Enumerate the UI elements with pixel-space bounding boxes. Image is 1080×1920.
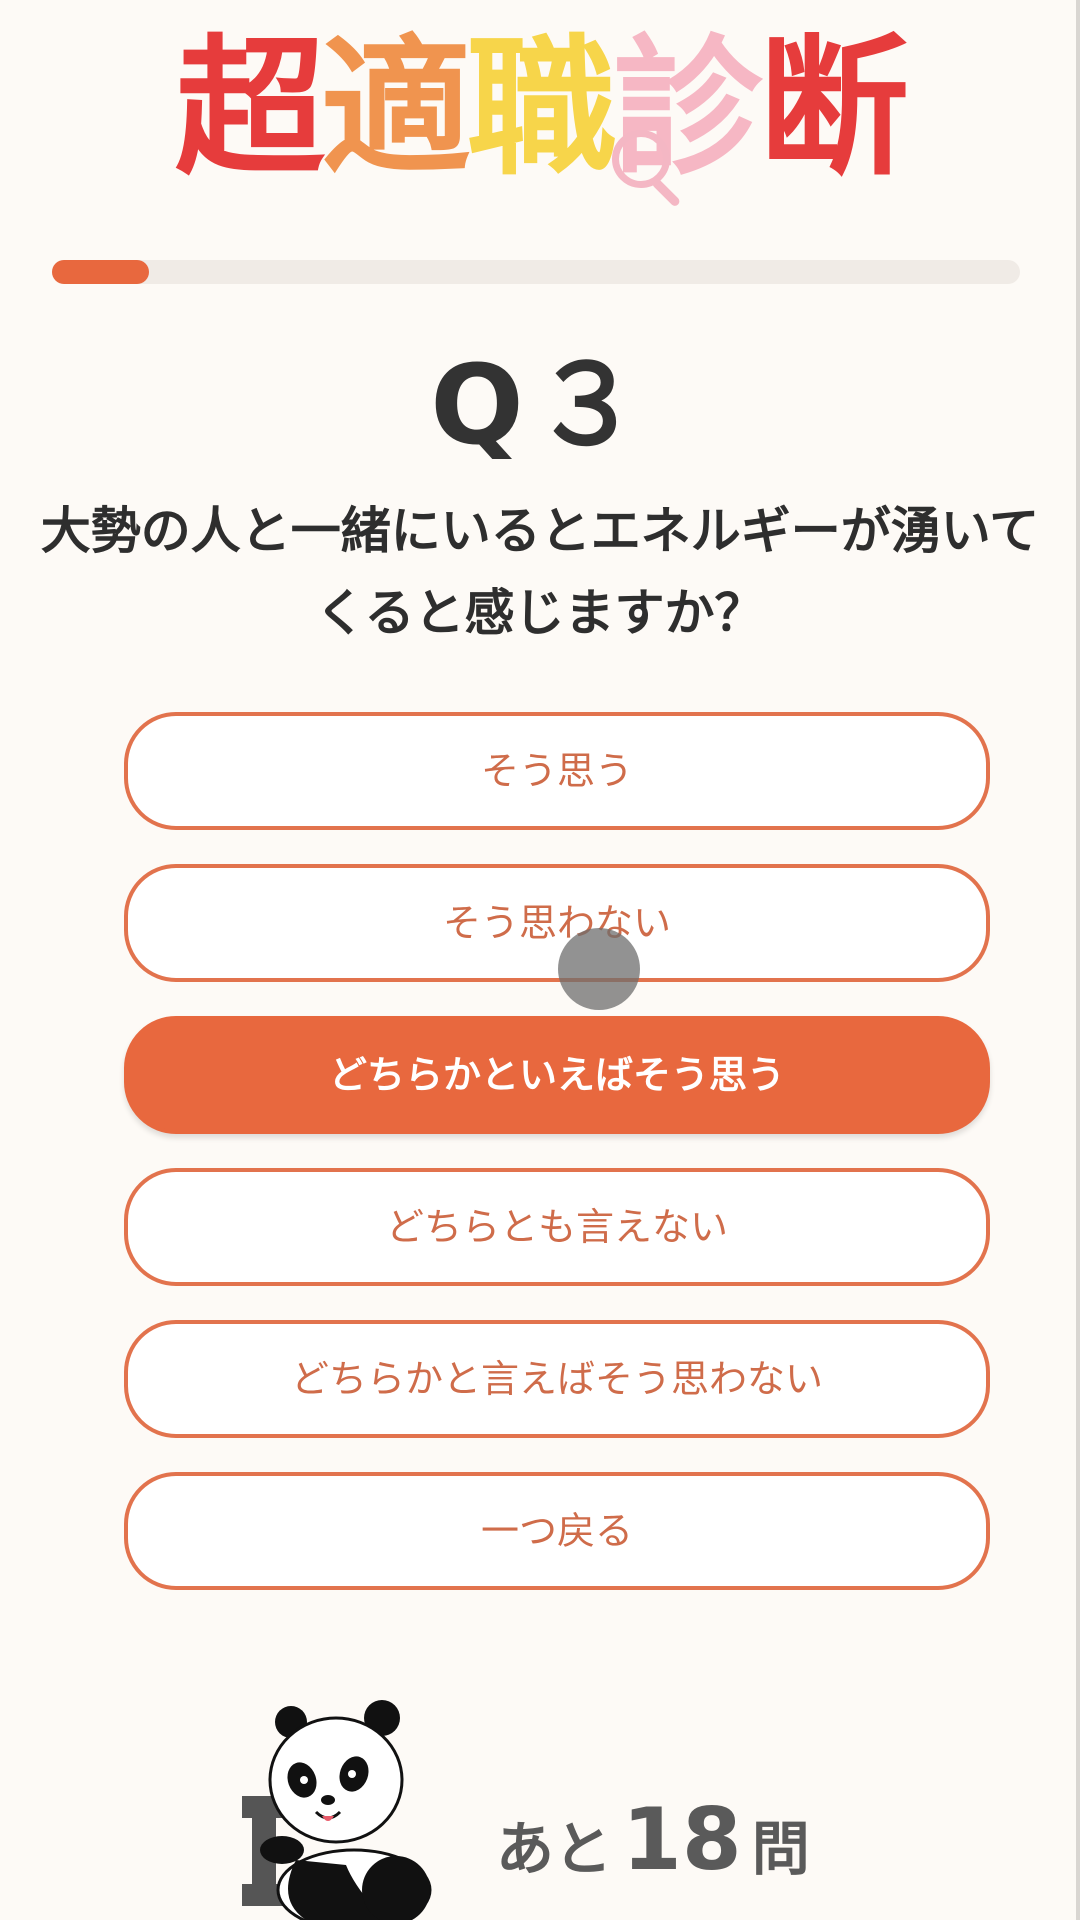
touch-cursor-indicator <box>558 928 640 1010</box>
answer-options: そう思う そう思わない どちらかといえばそう思う どちらとも言えない どちらかと… <box>124 712 990 1624</box>
question-text: 大勢の人と一緒にいるとエネルギーが湧いてくると感じますか？ <box>40 502 1040 642</box>
option-disagree-button[interactable]: そう思わない <box>124 864 990 982</box>
progress-bar <box>52 260 1020 284</box>
question-number: Q３ <box>430 341 650 469</box>
logo-char-5: 断 <box>759 22 909 196</box>
magnifier-icon <box>612 130 670 188</box>
option-strongly-agree-button[interactable]: そう思う <box>124 712 990 830</box>
remaining-questions: あと 18 問 <box>496 1790 810 1890</box>
remaining-prefix: あと <box>496 1815 613 1883</box>
app-logo: 超適職診断 <box>0 24 1080 194</box>
logo-char-2: 適 <box>320 22 471 196</box>
back-button[interactable]: 一つ戻る <box>124 1472 990 1590</box>
quiz-page: 超適職診断 Q３ 大勢の人と一緒にいるとエネルギーが湧いてくると感じますか？ そ… <box>0 0 1080 1920</box>
panda-mascot-icon <box>242 1700 432 1920</box>
option-neutral-button[interactable]: どちらとも言えない <box>124 1168 990 1286</box>
scrollbar-edge <box>1076 0 1080 1920</box>
remaining-suffix: 問 <box>751 1815 810 1883</box>
logo-char-1: 超 <box>174 22 325 196</box>
progress-fill <box>52 260 149 284</box>
remaining-count: 18 <box>622 1790 742 1890</box>
option-somewhat-agree-button[interactable]: どちらかといえばそう思う <box>124 1016 990 1134</box>
logo-char-3: 職 <box>466 22 617 196</box>
option-somewhat-disagree-button[interactable]: どちらかと言えばそう思わない <box>124 1320 990 1438</box>
